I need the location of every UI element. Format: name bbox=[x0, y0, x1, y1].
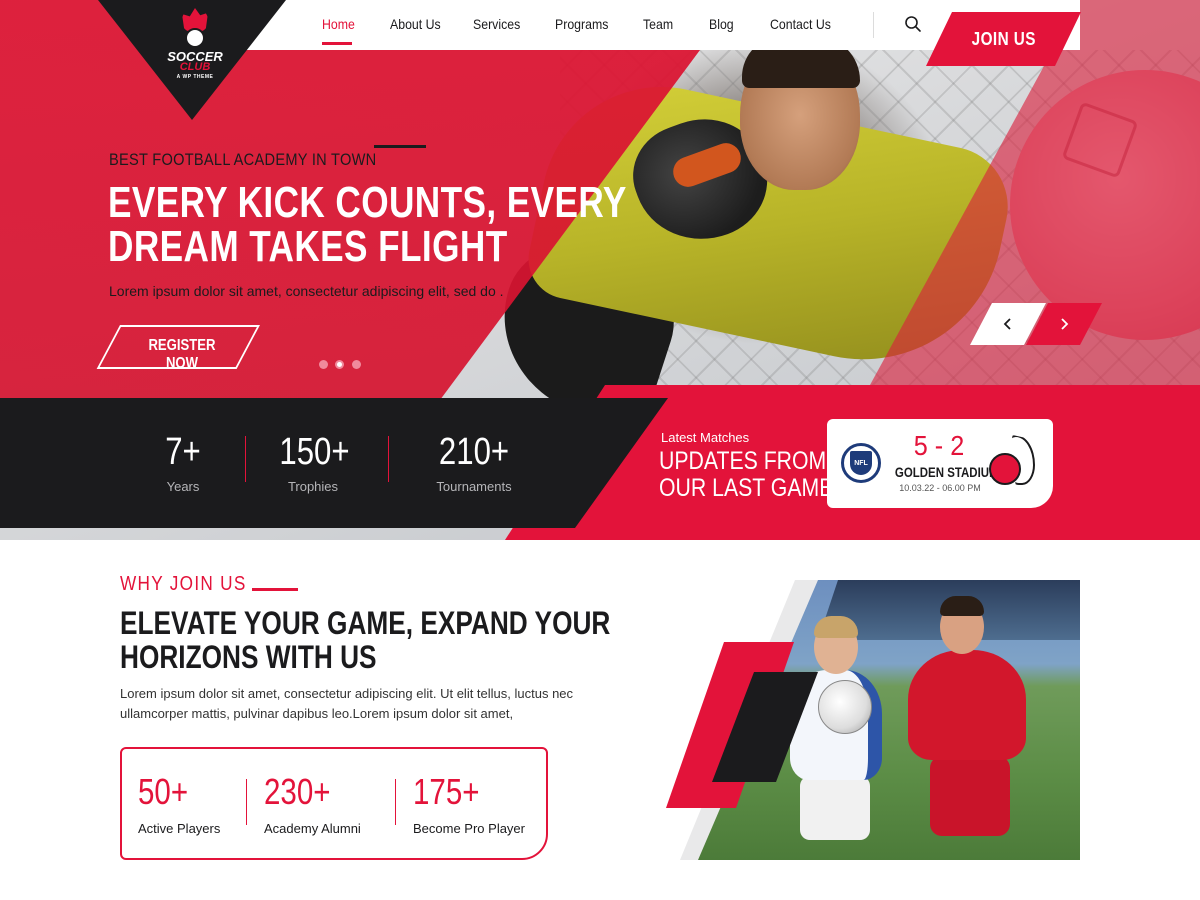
nav-about-us[interactable]: About Us bbox=[390, 16, 441, 32]
stat-years: 7+ Years bbox=[150, 432, 216, 494]
player-legs bbox=[800, 776, 870, 840]
koln-crest-icon bbox=[989, 435, 1037, 491]
nav-blog[interactable]: Blog bbox=[709, 16, 734, 32]
hero-description: Lorem ipsum dolor sit amet, consectetur … bbox=[109, 283, 504, 299]
player-hair bbox=[814, 616, 858, 638]
player-legs bbox=[930, 756, 1010, 836]
stat-label: Tournaments bbox=[436, 479, 512, 494]
why-title: ELEVATE YOUR GAME, EXPAND YOUR HORIZONS … bbox=[120, 605, 611, 675]
match-score: 5 - 2 bbox=[913, 430, 965, 461]
nav-team[interactable]: Team bbox=[643, 16, 673, 32]
player-hair bbox=[940, 596, 984, 616]
soccer-ball bbox=[818, 680, 872, 734]
stat-value: 210+ bbox=[438, 431, 510, 473]
nfl-shield: NFL bbox=[850, 451, 872, 475]
stat-tournaments: 210+ Tournaments bbox=[425, 432, 523, 494]
latest-matches-kicker: Latest Matches bbox=[661, 430, 750, 445]
nav-contact-us[interactable]: Contact Us bbox=[770, 16, 831, 32]
latest-matches-title: UPDATES FROM OUR LAST GAME bbox=[659, 448, 833, 502]
stat-label: Active Players bbox=[138, 821, 221, 836]
stat-value: 50+ bbox=[138, 771, 189, 812]
nfl-logo-icon: NFL bbox=[841, 443, 881, 483]
match-venue: GOLDEN STADIUM bbox=[894, 464, 999, 480]
site-logo[interactable]: SOCCER CLUB A WP THEME bbox=[164, 8, 226, 88]
stat-academy-alumni: 230+ Academy Alumni bbox=[264, 771, 361, 837]
stat-divider bbox=[395, 779, 396, 825]
hero-section: SOCCER CLUB A WP THEME Home About Us Ser… bbox=[0, 0, 1200, 540]
stat-value: 230+ bbox=[264, 771, 331, 812]
stat-label: Academy Alumni bbox=[264, 821, 361, 836]
hero-title-line-2: DREAM TAKES FLIGHT bbox=[108, 222, 508, 271]
why-title-line-2: HORIZONS WITH US bbox=[120, 639, 377, 675]
slider-dot-1[interactable] bbox=[319, 360, 328, 369]
player-jersey bbox=[908, 650, 1026, 760]
match-result-card[interactable]: NFL 5 - 2 GOLDEN STADIUM 10.03.22 - 06.0… bbox=[827, 419, 1053, 508]
hero-divider bbox=[374, 145, 426, 148]
stat-divider bbox=[245, 436, 246, 482]
stat-label: Trophies bbox=[287, 479, 339, 494]
register-now-label[interactable]: REGISTER NOW bbox=[124, 337, 240, 373]
stat-become-pro: 175+ Become Pro Player bbox=[413, 771, 525, 837]
why-kicker-line bbox=[252, 588, 298, 591]
stat-value: 7+ bbox=[165, 431, 201, 473]
nav-divider bbox=[873, 12, 874, 38]
nav-services[interactable]: Services bbox=[473, 16, 520, 32]
hero-title-line-1: EVERY KICK COUNTS, EVERY bbox=[108, 178, 627, 227]
stat-value: 175+ bbox=[413, 771, 480, 812]
soccer-ball-icon bbox=[185, 28, 205, 48]
slider-dot-3[interactable] bbox=[352, 360, 361, 369]
nav-programs[interactable]: Programs bbox=[555, 16, 608, 32]
stat-label: Become Pro Player bbox=[413, 821, 525, 836]
chevron-left-icon bbox=[1002, 317, 1014, 331]
stat-active-players: 50+ Active Players bbox=[138, 771, 221, 837]
stat-trophies: 150+ Trophies bbox=[272, 432, 354, 494]
match-date: 10.03.22 - 06.00 PM bbox=[899, 483, 981, 493]
latest-title-line-1: UPDATES FROM bbox=[659, 447, 827, 475]
stat-value: 150+ bbox=[279, 431, 350, 473]
slider-dot-2[interactable] bbox=[335, 360, 344, 369]
hero-title: EVERY KICK COUNTS, EVERY DREAM TAKES FLI… bbox=[108, 178, 627, 271]
stat-divider bbox=[246, 779, 247, 825]
crest-circle bbox=[989, 453, 1021, 485]
nav-active-indicator bbox=[322, 42, 352, 45]
chevron-right-icon bbox=[1058, 317, 1070, 331]
why-description: Lorem ipsum dolor sit amet, consectetur … bbox=[120, 686, 574, 721]
stat-label: Years bbox=[166, 479, 200, 494]
player-red-kit bbox=[900, 596, 1030, 840]
players-photo bbox=[660, 580, 1080, 860]
logo-text-club: CLUB bbox=[179, 61, 211, 73]
join-us-button[interactable]: JOIN US bbox=[926, 12, 1081, 66]
nav-home[interactable]: Home bbox=[322, 16, 355, 32]
search-icon[interactable] bbox=[904, 15, 922, 33]
latest-title-line-2: OUR LAST GAME bbox=[659, 474, 834, 502]
why-title-line-1: ELEVATE YOUR GAME, EXPAND YOUR bbox=[120, 605, 611, 641]
join-us-label: JOIN US bbox=[971, 28, 1036, 49]
why-stats-box: 50+ Active Players 230+ Academy Alumni 1… bbox=[120, 747, 548, 860]
why-kicker: WHY JOIN US bbox=[120, 573, 247, 595]
stat-divider bbox=[388, 436, 389, 482]
logo-tagline: A WP THEME bbox=[176, 74, 214, 80]
hero-kicker: BEST FOOTBALL ACADEMY IN TOWN bbox=[109, 150, 377, 169]
